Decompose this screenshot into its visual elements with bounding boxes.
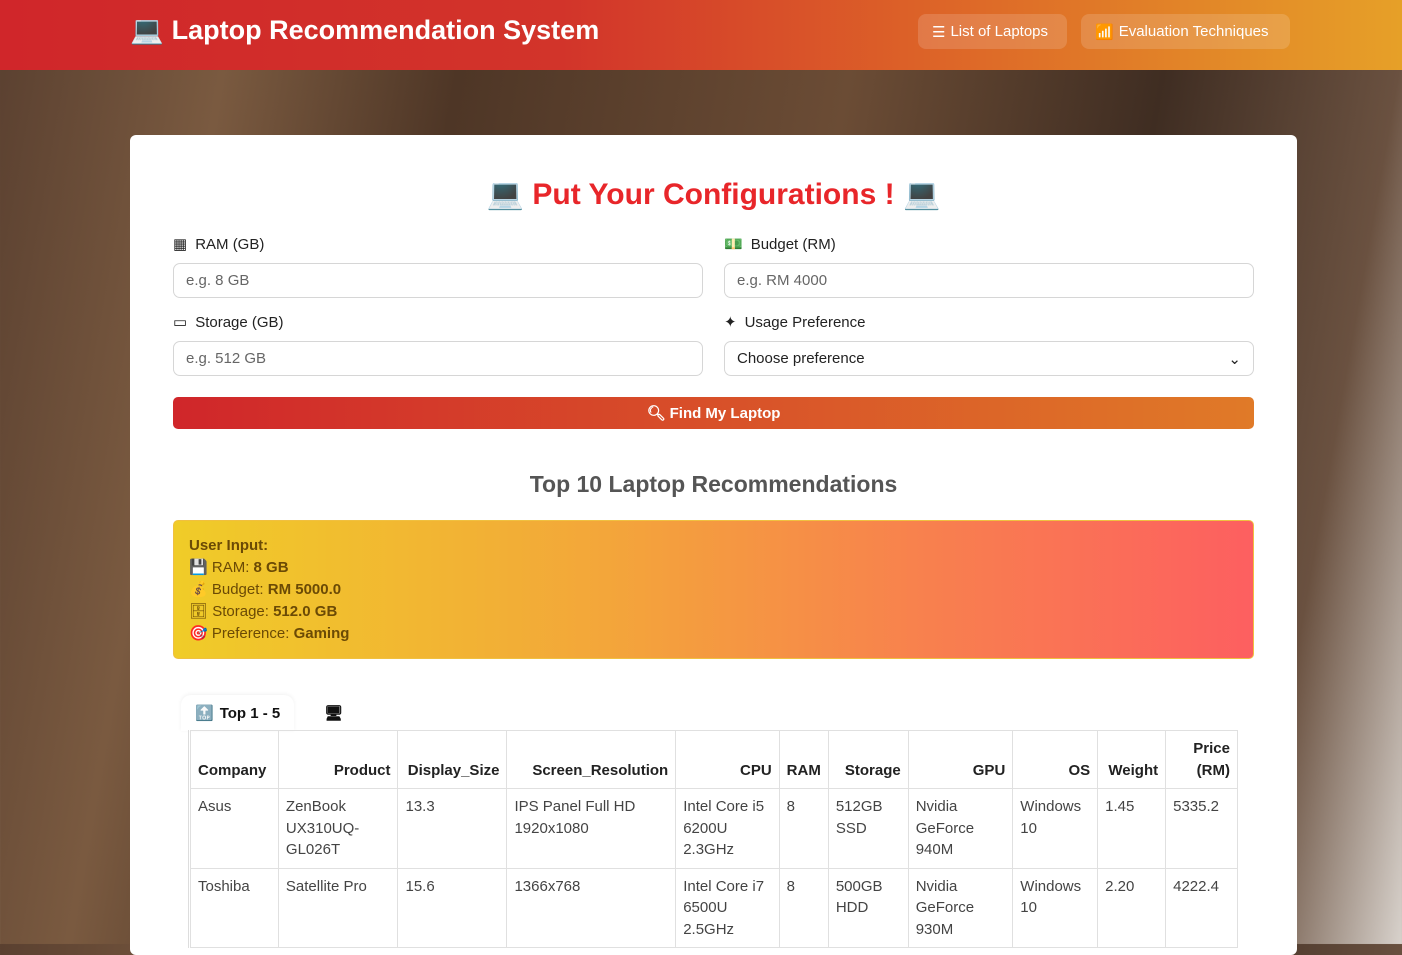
summary-storage: 🗄 Storage: 512.0 GB <box>189 603 338 620</box>
top-icon: 🔝 <box>195 705 214 722</box>
table-row: Toshiba Satellite Pro 15.6 1366x768 Intel Co… <box>190 867 1238 948</box>
usage-select[interactable]: Choose preference ⌄ <box>724 341 1254 376</box>
chevron-down-icon: ⌄ <box>1228 350 1241 368</box>
table-row: Asus ZenBook UX310UQ-GL026T 13.3 IPS Panel … <box>190 788 1238 869</box>
table-cell: 512GB SSD <box>827 788 909 869</box>
table-cell: Intel Core i5 6200U 2.3GHz <box>675 788 780 869</box>
tab-monitor[interactable]: 🖥 <box>310 695 357 731</box>
table-cell: Asus <box>190 788 279 869</box>
budget-label: 💵 Budget (RM) <box>724 235 836 254</box>
tab-top-1-5[interactable]: 🔝 Top 1 - 5 <box>181 695 295 731</box>
col-company: Company <box>190 730 279 789</box>
monitor-icon: 🖥 <box>324 705 344 722</box>
table-cell: 4222.4 <box>1165 867 1238 948</box>
budget-input[interactable]: e.g. RM 4000 <box>724 263 1254 298</box>
table-header-row: Company Product Display_Size Screen_Reso… <box>190 730 1238 789</box>
table-cell: 2.20 <box>1097 867 1167 948</box>
table-cell: 8 <box>778 867 829 948</box>
nav-link-label: List of Laptops <box>950 23 1049 40</box>
col-cpu: CPU <box>675 730 780 789</box>
col-weight: Weight <box>1097 730 1167 789</box>
list-icon: ☰ <box>932 23 946 41</box>
table-cell: Windows 10 <box>1012 867 1099 948</box>
ram-input[interactable]: e.g. 8 GB <box>173 263 703 298</box>
find-laptop-button[interactable]: 🔍︎ Find My Laptop <box>173 397 1254 429</box>
storage-label: ▭ Storage (GB) <box>173 313 284 332</box>
form-title-text: Put Your Configurations ! <box>532 178 895 211</box>
table-cell: Toshiba <box>190 867 279 948</box>
laptop-icon: 💻 <box>130 15 164 45</box>
col-display-size: Display_Size <box>397 730 508 789</box>
usage-select-value: Choose preference <box>737 350 865 367</box>
laptop-icon: 💻 <box>486 178 525 211</box>
ram-label: ▦ RAM (GB) <box>173 235 265 254</box>
table-cell: 500GB HDD <box>827 867 909 948</box>
col-product: Product <box>277 730 399 789</box>
table-cell: 5335.2 <box>1165 788 1238 869</box>
user-input-summary: User Input: 💾 RAM: 8 GB 💰 Budget: RM 500… <box>173 520 1254 659</box>
brand[interactable]: 💻 Laptop Recommendation System <box>130 14 599 46</box>
laptop-icon: 💻 <box>902 178 941 211</box>
stars-icon: ✦ <box>724 314 737 331</box>
col-gpu: GPU <box>907 730 1014 789</box>
table-cell: 15.6 <box>397 867 508 948</box>
results-table-wrapper: Company Product Display_Size Screen_Reso… <box>188 730 1254 948</box>
summary-ram: 💾 RAM: 8 GB <box>189 559 289 576</box>
col-screen-resolution: Screen_Resolution <box>506 730 677 789</box>
table-cell: 1366x768 <box>506 867 677 948</box>
table-cell: Intel Core i7 6500U 2.5GHz <box>675 867 780 948</box>
table-cell: Windows 10 <box>1012 788 1099 869</box>
summary-preference: 🎯 Preference: Gaming <box>189 625 350 642</box>
storage-input[interactable]: e.g. 512 GB <box>173 341 703 376</box>
table-cell: 13.3 <box>397 788 508 869</box>
results-table: Company Product Display_Size Screen_Reso… <box>190 730 1238 948</box>
cash-icon: 💵 <box>724 236 743 253</box>
col-storage: Storage <box>827 730 909 789</box>
table-cell: ZenBook UX310UQ-GL026T <box>277 788 399 869</box>
col-os: OS <box>1012 730 1099 789</box>
table-cell: Nvidia GeForce 930M <box>907 867 1014 948</box>
table-cell: 1.45 <box>1097 788 1167 869</box>
nav-evaluation-techniques[interactable]: 📶 Evaluation Techniques <box>1081 14 1290 49</box>
summary-heading: User Input: <box>189 537 269 554</box>
nav-list-of-laptops[interactable]: ☰ List of Laptops <box>918 14 1067 49</box>
table-cell: 8 <box>778 788 829 869</box>
col-price: Price (RM) <box>1165 730 1238 789</box>
summary-budget: 💰 Budget: RM 5000.0 <box>189 581 342 598</box>
results-title: Top 10 Laptop Recommendations <box>529 471 898 497</box>
memory-icon: ▦ <box>173 236 188 253</box>
search-icon: 🔍︎ <box>646 405 666 422</box>
find-laptop-label: Find My Laptop <box>669 404 781 422</box>
main-card: 💻 Put Your Configurations ! 💻 ▦ RAM (GB) … <box>130 135 1297 955</box>
brand-text: Laptop Recommendation System <box>171 14 600 45</box>
table-cell: Nvidia GeForce 940M <box>907 788 1014 869</box>
nav-link-label: Evaluation Techniques <box>1118 23 1269 40</box>
table-cell: Satellite Pro <box>277 867 399 948</box>
form-title: 💻 Put Your Configurations ! 💻 <box>130 177 1297 212</box>
table-cell: IPS Panel Full HD 1920x1080 <box>506 788 677 869</box>
hdd-icon: ▭ <box>173 314 188 331</box>
bar-chart-icon: 📶 <box>1095 23 1114 41</box>
navbar: 💻 Laptop Recommendation System ☰ List of L… <box>0 0 1402 70</box>
usage-label: ✦ Usage Preference <box>724 313 866 332</box>
col-ram: RAM <box>778 730 829 789</box>
